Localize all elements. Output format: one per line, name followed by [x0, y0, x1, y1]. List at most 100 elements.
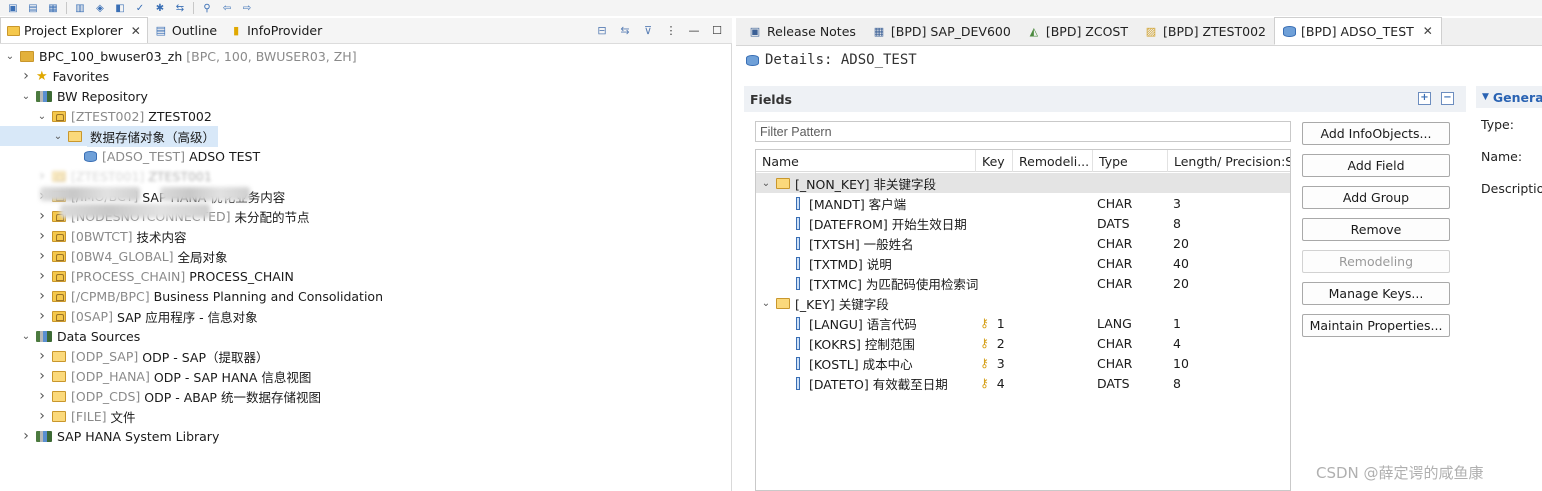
field-row[interactable]: [DATEFROM] 开始生效日期 DATS 8: [756, 213, 1290, 233]
view-menu-icon[interactable]: ⋮: [664, 23, 678, 37]
key-icon: ⚷: [980, 316, 989, 330]
chevron-right-icon[interactable]: ›: [36, 288, 48, 304]
chevron-right-icon[interactable]: ›: [36, 168, 48, 184]
adso-icon: [84, 150, 97, 162]
open-type-icon[interactable]: ◈: [93, 2, 107, 14]
add-group-button[interactable]: Add Group: [1302, 186, 1450, 209]
editor-tab[interactable]: ◭ [BPD] ZCOST: [1019, 17, 1136, 45]
save-all-icon[interactable]: ▦: [46, 2, 60, 14]
field-row[interactable]: [DATETO] 有效截至日期 ⚷ 4 DATS 8: [756, 373, 1290, 393]
close-icon[interactable]: ✕: [1423, 24, 1433, 38]
tab-project-explorer[interactable]: Project Explorer ✕: [0, 17, 148, 43]
chevron-right-icon[interactable]: ›: [36, 268, 48, 284]
chevron-right-icon[interactable]: ›: [36, 308, 48, 324]
editor-tab[interactable]: ▨ [BPD] ZTEST002: [1136, 17, 1274, 45]
field-row[interactable]: [KOSTL] 成本中心 ⚷ 3 CHAR 10: [756, 353, 1290, 373]
field-row[interactable]: [LANGU] 语言代码 ⚷ 1 LANG 1: [756, 313, 1290, 333]
tree-item[interactable]: ⌄ 数据存储对象（高级）: [0, 125, 219, 147]
general-section-header[interactable]: ▼ General: [1476, 86, 1542, 108]
save-icon[interactable]: ▤: [26, 2, 40, 14]
minimize-icon[interactable]: —: [687, 23, 701, 37]
chevron-down-icon[interactable]: ⌄: [20, 331, 32, 342]
expand-all-icon[interactable]: +: [1418, 92, 1431, 105]
chevron-down-icon[interactable]: ⌄: [36, 111, 48, 122]
chevron-right-icon[interactable]: ›: [36, 408, 48, 424]
chevron-right-icon[interactable]: ›: [36, 248, 48, 264]
tree-item[interactable]: › SAP HANA System Library: [0, 426, 219, 446]
chevron-right-icon[interactable]: ›: [36, 388, 48, 404]
package-icon[interactable]: ◧: [113, 2, 127, 14]
search-icon[interactable]: ⚲: [200, 2, 214, 14]
field-group-row[interactable]: ⌄ [_KEY] 关键字段: [756, 293, 1290, 313]
add-field-button[interactable]: Add Field: [1302, 154, 1450, 177]
add-infoobjects-button[interactable]: Add InfoObjects...: [1302, 122, 1450, 145]
editor-tab[interactable]: ▣ Release Notes: [740, 17, 864, 45]
field-row[interactable]: [TXTMD] 说明 CHAR 40: [756, 253, 1290, 273]
maximize-icon[interactable]: ☐: [710, 23, 724, 37]
redacted-area: [160, 187, 250, 201]
tree-item[interactable]: › [ODP_HANA] ODP - SAP HANA 信息视图: [0, 366, 311, 386]
tree-item[interactable]: › [FILE] 文件: [0, 406, 135, 426]
tree-item[interactable]: ⌄ Data Sources: [0, 326, 140, 346]
tree-item[interactable]: ⌄ BW Repository: [0, 86, 148, 106]
collapse-all-icon[interactable]: −: [1441, 92, 1454, 105]
chevron-right-icon[interactable]: ›: [20, 428, 32, 444]
editor-tab[interactable]: [BPD] ADSO_TEST ✕: [1274, 17, 1442, 45]
new-icon[interactable]: ▣: [6, 2, 20, 14]
field-row[interactable]: [MANDT] 客户端 CHAR 3: [756, 193, 1290, 213]
field-row[interactable]: [TXTMC] 为匹配码使用检索词 CHAR 20: [756, 273, 1290, 293]
tree-item[interactable]: › [PROCESS_CHAIN] PROCESS_CHAIN: [0, 266, 294, 286]
chevron-down-icon[interactable]: ⌄: [20, 91, 32, 102]
editor-tab[interactable]: ▦ [BPD] SAP_DEV600: [864, 17, 1019, 45]
tree-item[interactable]: › [/CPMB/BPC] Business Planning and Consol…: [0, 286, 383, 306]
chevron-right-icon[interactable]: ›: [36, 348, 48, 364]
tree-item[interactable]: › [0BW4_GLOBAL] 全局对象: [0, 246, 227, 266]
chevron-right-icon[interactable]: ›: [36, 368, 48, 384]
field-name-cell: [LANGU] 语言代码: [796, 313, 917, 333]
navigate-back-icon[interactable]: ⇦: [220, 2, 234, 14]
tree-item[interactable]: › [ODP_CDS] ODP - ABAP 统一数据存储视图: [0, 386, 321, 406]
column-header[interactable]: Name: [756, 150, 976, 172]
tree-item-label: Data Sources: [57, 328, 141, 344]
filter-pattern-input[interactable]: [755, 121, 1291, 142]
column-header[interactable]: Type: [1093, 150, 1168, 172]
chevron-down-icon[interactable]: ⌄: [760, 178, 772, 189]
manage-keys-button[interactable]: Manage Keys...: [1302, 282, 1450, 305]
column-header[interactable]: Length/ Precision:Sc: [1168, 150, 1290, 172]
navigate-forward-icon[interactable]: ⇨: [240, 2, 254, 14]
link-with-editor-icon[interactable]: ⇆: [618, 23, 632, 37]
field-row[interactable]: [TXTSH] 一般姓名 CHAR 20: [756, 233, 1290, 253]
tree-item-technical-name: [0SAP]: [71, 308, 113, 324]
chevron-right-icon[interactable]: ›: [36, 208, 48, 224]
activate-icon[interactable]: ✓: [133, 2, 147, 14]
close-icon[interactable]: ✕: [131, 24, 141, 38]
chevron-down-icon[interactable]: ⌄: [4, 51, 16, 62]
maintain-properties-button[interactable]: Maintain Properties...: [1302, 314, 1450, 337]
column-header[interactable]: Key: [976, 150, 1013, 172]
tree-item[interactable]: ⌄ BPC_100_bwuser03_zh [BPC, 100, BWUSER03,…: [0, 46, 357, 66]
chevron-right-icon[interactable]: ›: [36, 228, 48, 244]
tree-item-label: Favorites: [52, 68, 110, 84]
tree-item[interactable]: › [0SAP] SAP 应用程序 - 信息对象: [0, 306, 257, 326]
print-icon[interactable]: ▥: [73, 2, 87, 14]
remove-button[interactable]: Remove: [1302, 218, 1450, 241]
column-header[interactable]: Remodeli...: [1013, 150, 1093, 172]
key-cell: ⚷ 2: [980, 333, 1005, 353]
tab-outline[interactable]: ▤ Outline: [148, 17, 223, 43]
tree-item[interactable]: [ADSO_TEST] ADSO TEST: [0, 146, 260, 166]
tree-item[interactable]: › ★ Favorites: [0, 66, 109, 86]
tree-item[interactable]: › [0BWTCT] 技术内容: [0, 226, 186, 246]
transport-icon[interactable]: ⇆: [173, 2, 187, 14]
chevron-down-icon[interactable]: ⌄: [760, 298, 772, 309]
tree-item[interactable]: › [ZTEST001] ZTEST001: [0, 166, 212, 186]
tree-item[interactable]: ⌄ [ZTEST002] ZTEST002: [0, 106, 212, 126]
debug-icon[interactable]: ✱: [153, 2, 167, 14]
chevron-right-icon[interactable]: ›: [20, 68, 32, 84]
tree-item[interactable]: › [ODP_SAP] ODP - SAP（提取器）: [0, 346, 268, 366]
chevron-down-icon[interactable]: ⌄: [52, 131, 64, 142]
tab-infoprovider[interactable]: ▮ InfoProvider: [223, 17, 328, 43]
field-row[interactable]: [KOKRS] 控制范围 ⚷ 2 CHAR 4: [756, 333, 1290, 353]
field-group-row[interactable]: ⌄ [_NON_KEY] 非关键字段: [756, 173, 1290, 193]
collapse-all-icon[interactable]: ⊟: [595, 23, 609, 37]
filter-icon[interactable]: ⊽: [641, 23, 655, 37]
